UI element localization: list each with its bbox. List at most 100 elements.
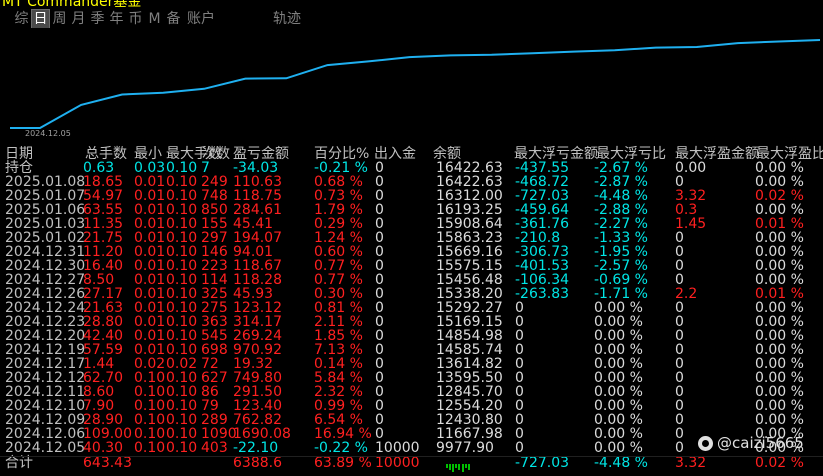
cell-lots: 18.65 <box>83 174 124 190</box>
cell-lots: 57.59 <box>83 342 124 358</box>
cell-mfl: 0 <box>515 328 524 344</box>
cell-mfpp: 0.00 % <box>755 160 804 176</box>
cell-pl: 970.92 <box>233 342 282 358</box>
window-title: MT Commander基金 <box>2 0 142 10</box>
cell-date: 2025.01.06 <box>5 202 86 218</box>
cell-balance: 9977.90 <box>436 440 494 456</box>
cell-max: 0.10 <box>166 286 198 302</box>
cell-mfl: -401.53 <box>515 258 570 274</box>
cell-date: 2024.12.27 <box>5 272 86 288</box>
cell-count: 627 <box>201 370 228 386</box>
cell-io: 0 <box>375 300 384 316</box>
chart-x-label: 2024.12.05 <box>25 129 71 138</box>
cell-max: 0.10 <box>166 216 198 232</box>
cell-date: 2024.12.05 <box>5 440 86 456</box>
cell-mfl: -210.8 <box>515 230 561 246</box>
tab-8[interactable]: 备 <box>164 10 183 28</box>
cell-max: 0.10 <box>166 426 198 442</box>
cell-mflp: 0.00 % <box>594 314 643 330</box>
cell-pl: -34.03 <box>233 160 279 176</box>
tab-5[interactable]: 年 <box>107 10 126 28</box>
cell-count: 275 <box>201 300 228 316</box>
cell-pl: 45.41 <box>233 216 274 232</box>
cell-date: 持仓 <box>5 160 33 176</box>
cell-max: 0.10 <box>166 258 198 274</box>
cell-balance: 16422.63 <box>436 174 503 190</box>
cell-min: 0.01 <box>134 258 166 274</box>
cell-mflp: 0.00 % <box>594 384 643 400</box>
cell-mfp: 0 <box>675 356 684 372</box>
watermark: @caizi5665 <box>698 434 804 452</box>
tab-4[interactable]: 季 <box>88 10 107 28</box>
footer-minibar <box>449 464 451 470</box>
cell-balance: 14854.98 <box>436 328 503 344</box>
footer-minibar <box>462 464 464 472</box>
cell-pl: 123.12 <box>233 300 282 316</box>
cell-pct: 0.29 % <box>314 216 363 232</box>
tab-3[interactable]: 月 <box>69 10 88 28</box>
cell-date: 2025.01.02 <box>5 230 86 246</box>
cell-date: 2024.12.17 <box>5 356 86 372</box>
cell-mflp: -2.57 % <box>594 258 648 274</box>
cell-mflp: -2.67 % <box>594 160 648 176</box>
cell-io: 0 <box>375 356 384 372</box>
cell-count: 86 <box>201 384 219 400</box>
cell-pct: 0.68 % <box>314 174 363 190</box>
cell-pct: 1.85 % <box>314 328 363 344</box>
cell-lots: 27.17 <box>83 286 124 302</box>
cell-mfp: 0 <box>675 412 684 428</box>
cell-mfpp: 0.00 % <box>755 230 804 246</box>
cell-balance: 12554.20 <box>436 398 503 414</box>
cell-count: 7 <box>201 160 210 176</box>
cell-pl: 45.93 <box>233 286 274 302</box>
cell-pl: 19.32 <box>233 356 274 372</box>
tab-0[interactable]: 综 <box>12 10 31 28</box>
cell-mfp: 0.00 <box>675 160 707 176</box>
cell-mflp: 0.00 % <box>594 398 643 414</box>
tab-7[interactable]: M <box>145 10 164 28</box>
cell-pct: 6.54 % <box>314 412 363 428</box>
cell-io: 0 <box>375 230 384 246</box>
cell-mfl: -106.34 <box>515 272 570 288</box>
cell-mfp: 0 <box>675 328 684 344</box>
cell-mfpp: 0.00 % <box>755 342 804 358</box>
cell-lots: 11.20 <box>83 244 124 260</box>
cell-mflp: -1.33 % <box>594 230 648 246</box>
cell-pl: 269.24 <box>233 328 282 344</box>
cell-io: 0 <box>375 258 384 274</box>
cell-pct: 16.94 % <box>314 426 372 442</box>
cell-mfp: 0 <box>675 342 684 358</box>
cell-date: 2024.12.23 <box>5 314 86 330</box>
tab-9[interactable]: 账户 <box>183 10 219 28</box>
cell-mfl: -263.83 <box>515 286 570 302</box>
cell-mfl: 0 <box>515 342 524 358</box>
cell-balance: 16312.00 <box>436 188 503 204</box>
cell-mflp: 0.00 % <box>594 328 643 344</box>
cell-count: 223 <box>201 258 228 274</box>
cell-max: 0.10 <box>166 300 198 316</box>
cell-date: 2024.12.26 <box>5 286 86 302</box>
tab-6[interactable]: 币 <box>126 10 145 28</box>
cell-io: 10000 <box>375 440 420 456</box>
cell-balance: 13614.82 <box>436 356 503 372</box>
cell-mfp: 0 <box>675 244 684 260</box>
cell-pct: 0.60 % <box>314 244 363 260</box>
cell-pct: 5.84 % <box>314 370 363 386</box>
cell-lots: 7.90 <box>83 398 115 414</box>
cell-mflp: -1.95 % <box>594 244 648 260</box>
cell-balance: 11667.98 <box>436 426 503 442</box>
tab-10[interactable]: 轨迹 <box>267 10 307 28</box>
cell-mfpp: 0.01 % <box>755 216 804 232</box>
cell-balance: 15908.64 <box>436 216 503 232</box>
cell-pct: 1.24 % <box>314 230 363 246</box>
cell-io: 0 <box>375 174 384 190</box>
tab-1[interactable]: 日 <box>31 9 50 29</box>
cell-lots: 62.70 <box>83 370 124 386</box>
cell-min: 0.01 <box>134 314 166 330</box>
cell-max: 0.10 <box>166 440 198 456</box>
cell-pct: 0.77 % <box>314 258 363 274</box>
tab-2[interactable]: 周 <box>50 10 69 28</box>
cell-mfpp: 0.00 % <box>755 314 804 330</box>
cell-balance: 13595.50 <box>436 370 503 386</box>
cell-date: 2024.12.30 <box>5 258 86 274</box>
